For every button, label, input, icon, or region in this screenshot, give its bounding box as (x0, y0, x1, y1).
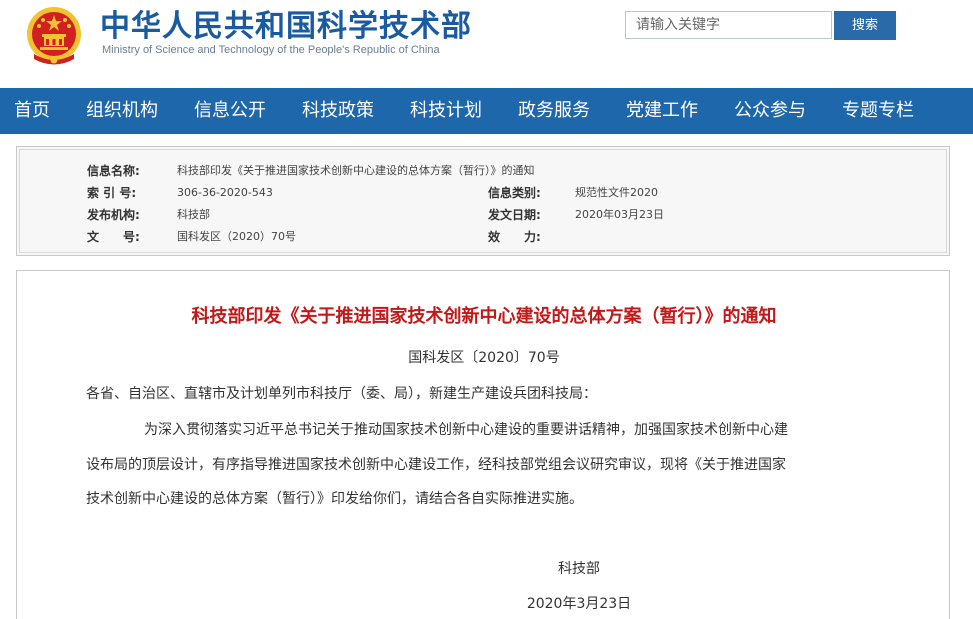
docno-label: 文 号: (87, 230, 140, 244)
body-paragraph-line: 为深入贯彻落实习近平总书记关于推动国家技术创新中心建设的重要讲话精神，加强国家技… (144, 422, 788, 438)
sign-date: 2020年3月23日 (526, 596, 632, 612)
nav-item-services[interactable]: 政务服务 (518, 88, 590, 134)
metadata-inner: 信息名称: 科技部印发《关于推进国家技术创新中心建设的总体方案（暂行）》的通知 … (19, 149, 947, 253)
index-value: 306-36-2020-543 (177, 186, 273, 199)
date-value: 2020年03月23日 (575, 208, 664, 221)
info-name-value: 科技部印发《关于推进国家技术创新中心建设的总体方案（暂行）》的通知 (177, 164, 535, 177)
national-emblem-icon[interactable] (22, 4, 86, 68)
document-metadata: 信息名称: 科技部印发《关于推进国家技术创新中心建设的总体方案（暂行）》的通知 … (16, 146, 950, 256)
docno-value: 国科发区（2020）70号 (177, 230, 296, 243)
search-button[interactable]: 搜索 (834, 11, 896, 40)
nav-item-organization[interactable]: 组织机构 (86, 88, 158, 134)
addressee: 各省、自治区、直辖市及计划单列市科技厅（委、局），新建生产建设兵团科技局： (86, 386, 597, 402)
body-paragraph-line: 设布局的顶层设计，有序指导推进国家技术创新中心建设工作，经科技部党组会议研究审议… (86, 457, 786, 473)
publisher-value: 科技部 (177, 208, 210, 221)
nav-item-programs[interactable]: 科技计划 (410, 88, 482, 134)
category-label: 信息类别: (488, 186, 541, 200)
site-subtitle-en: Ministry of Science and Technology of th… (102, 44, 440, 56)
validity-label: 效 力: (488, 230, 541, 244)
body-paragraph-line: 技术创新中心建设的总体方案（暂行）》印发给你们，请结合各自实际推进实施。 (86, 491, 583, 507)
date-label: 发文日期: (488, 208, 541, 222)
nav-item-info-disclosure[interactable]: 信息公开 (194, 88, 266, 134)
nav-item-topics[interactable]: 专题专栏 (842, 88, 914, 134)
site-header: 中华人民共和国科学技术部 Ministry of Science and Tec… (0, 0, 973, 88)
nav-item-home[interactable]: 首页 (14, 88, 50, 134)
document-number: 国科发区〔2020〕70号 (408, 350, 560, 366)
index-label: 索 引 号: (87, 186, 137, 200)
signature: 科技部 (558, 561, 600, 577)
info-name-label: 信息名称: (87, 164, 140, 178)
main-nav: 首页 组织机构 信息公开 科技政策 科技计划 政务服务 党建工作 公众参与 专题… (0, 88, 973, 134)
search-input[interactable]: 请输入关键字 (625, 11, 832, 39)
category-value: 规范性文件2020 (575, 186, 658, 199)
article-content: 科技部印发《关于推进国家技术创新中心建设的总体方案（暂行）》的通知 国科发区〔2… (16, 270, 950, 619)
nav-item-public[interactable]: 公众参与 (734, 88, 806, 134)
article-title: 科技部印发《关于推进国家技术创新中心建设的总体方案（暂行）》的通知 (191, 306, 777, 327)
publisher-label: 发布机构: (87, 208, 140, 222)
nav-item-policy[interactable]: 科技政策 (302, 88, 374, 134)
nav-item-party-building[interactable]: 党建工作 (626, 88, 698, 134)
site-title[interactable]: 中华人民共和国科学技术部 (100, 10, 472, 44)
